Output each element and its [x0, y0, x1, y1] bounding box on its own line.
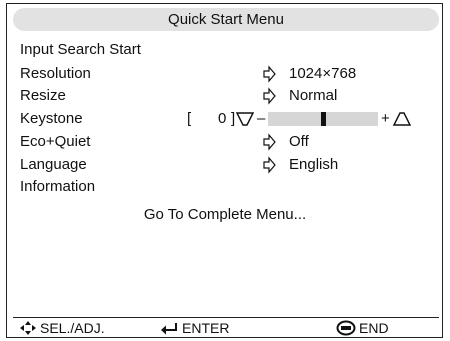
menu-item-language[interactable]: Language English: [20, 155, 440, 175]
menu-item-resize[interactable]: Resize Normal: [20, 86, 440, 106]
menu-end-icon: [336, 320, 356, 335]
footer-end: END: [336, 318, 389, 337]
menu-item-label: Eco+Quiet: [20, 133, 91, 150]
footer-sel-adj: SEL./ADJ.: [19, 318, 105, 337]
resize-value: Normal: [289, 87, 338, 104]
keystone-minus-sign: –: [257, 110, 266, 127]
right-arrow-icon: [263, 65, 276, 83]
resolution-value: 1024×768: [289, 65, 357, 82]
footer-end-label: END: [359, 319, 389, 336]
footer-enter: ENTER: [159, 318, 229, 337]
menu-item-label: Information: [20, 178, 96, 195]
keystone-slider-thumb[interactable]: [321, 112, 326, 126]
menu-item-label: Input Search Start: [20, 41, 141, 58]
footer-enter-label: ENTER: [182, 319, 230, 336]
enter-arrow-icon: [161, 322, 177, 334]
eco-quiet-value: Off: [289, 133, 309, 150]
right-arrow-icon: [263, 156, 276, 174]
right-arrow-icon: [263, 133, 276, 151]
footer-bar: SEL./ADJ. ENTER END: [13, 317, 439, 337]
go-to-complete-menu[interactable]: Go To Complete Menu...: [0, 205, 450, 225]
keystone-value: 0: [218, 110, 227, 127]
menu-title: Quick Start Menu: [168, 11, 284, 28]
menu-item-label: Resolution: [20, 65, 91, 82]
keystone-narrow-top-icon: [236, 112, 254, 126]
keystone-slider[interactable]: [268, 112, 378, 126]
menu-title-bar: Quick Start Menu: [13, 8, 439, 31]
go-to-complete-menu-label: Go To Complete Menu...: [143, 206, 307, 223]
menu-item-eco-quiet[interactable]: Eco+Quiet Off: [20, 132, 440, 152]
footer-sel-adj-label: SEL./ADJ.: [40, 319, 105, 336]
keystone-narrow-bottom-icon: [393, 112, 411, 126]
four-way-arrow-icon: [20, 320, 36, 335]
keystone-plus-sign: +: [381, 110, 390, 127]
menu-item-label: Language: [20, 156, 87, 173]
keystone-bracket-close: ]: [231, 110, 236, 127]
keystone-bracket-open: [: [187, 110, 192, 127]
menu-item-keystone[interactable]: Keystone [ 0 ] – +: [20, 109, 440, 129]
language-value: English: [289, 156, 339, 173]
right-arrow-icon: [263, 87, 276, 105]
menu-item-label: Keystone: [20, 110, 83, 127]
menu-item-label: Resize: [20, 87, 66, 104]
menu-item-resolution[interactable]: Resolution 1024×768: [20, 64, 440, 84]
